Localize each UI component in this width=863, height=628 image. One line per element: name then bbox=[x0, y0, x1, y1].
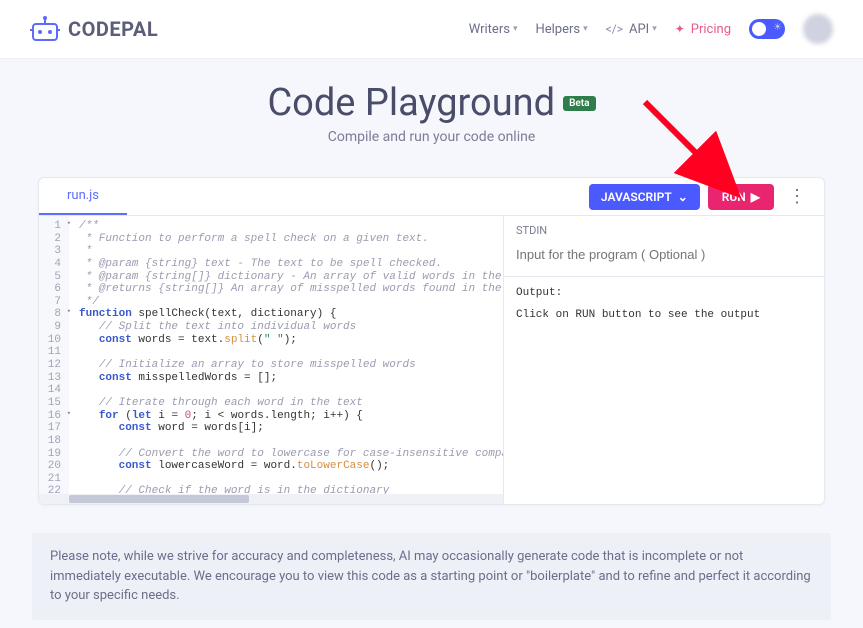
chevron-down-icon: ▾ bbox=[583, 24, 588, 34]
header: CODEPAL Writers▾ Helpers▾ </>API▾ ✦Prici… bbox=[0, 0, 863, 59]
horizontal-scrollbar[interactable] bbox=[39, 494, 503, 504]
playground-header: run.js JAVASCRIPT ⌄ RUN ▶ ⋮ bbox=[39, 178, 824, 216]
playground-actions: JAVASCRIPT ⌄ RUN ▶ ⋮ bbox=[589, 184, 812, 210]
playground: run.js JAVASCRIPT ⌄ RUN ▶ ⋮ 12345678910111… bbox=[38, 177, 825, 505]
hero: Code Playground Beta Compile and run your… bbox=[0, 59, 863, 159]
nav-pricing-label: Pricing bbox=[691, 22, 731, 37]
nav: Writers▾ Helpers▾ </>API▾ ✦Pricing ☀ bbox=[469, 14, 833, 44]
theme-toggle[interactable]: ☀ bbox=[749, 19, 785, 39]
nav-writers[interactable]: Writers▾ bbox=[469, 22, 518, 37]
stdin-section: STDIN bbox=[504, 216, 824, 277]
page-subtitle: Compile and run your code online bbox=[0, 129, 863, 145]
nav-pricing[interactable]: ✦ Pricing bbox=[675, 22, 731, 37]
more-button[interactable]: ⋮ bbox=[782, 186, 812, 207]
sparkle-icon: ✦ bbox=[675, 22, 685, 36]
playground-body: 1234567891011121314151617181920212223 /*… bbox=[39, 216, 824, 504]
language-label: JAVASCRIPT bbox=[601, 190, 672, 204]
title-text: Code Playground bbox=[267, 81, 555, 125]
chevron-down-icon: ⌄ bbox=[678, 190, 688, 204]
run-label: RUN bbox=[722, 190, 746, 204]
language-select[interactable]: JAVASCRIPT ⌄ bbox=[589, 184, 700, 210]
disclaimer-note: Please note, while we strive for accurac… bbox=[32, 533, 831, 620]
beta-badge: Beta bbox=[563, 96, 595, 111]
page-title: Code Playground Beta bbox=[267, 81, 595, 125]
code-editor[interactable]: 1234567891011121314151617181920212223 /*… bbox=[39, 216, 504, 504]
nav-api-label: API bbox=[629, 22, 649, 37]
run-button[interactable]: RUN ▶ bbox=[708, 184, 774, 210]
line-gutter: 1234567891011121314151617181920212223 bbox=[39, 216, 69, 504]
io-pane: STDIN Output: Click on RUN button to see… bbox=[504, 216, 824, 504]
output-text: Click on RUN button to see the output bbox=[516, 309, 812, 321]
file-tab[interactable]: run.js bbox=[39, 178, 127, 215]
chevron-down-icon: ▾ bbox=[513, 24, 518, 34]
nav-writers-label: Writers bbox=[469, 22, 510, 37]
sun-icon: ☀ bbox=[773, 22, 782, 33]
nav-helpers[interactable]: Helpers▾ bbox=[535, 22, 587, 37]
avatar[interactable] bbox=[803, 14, 833, 44]
stdin-input[interactable] bbox=[516, 241, 812, 268]
chevron-down-icon: ▾ bbox=[652, 24, 657, 34]
nav-helpers-label: Helpers bbox=[535, 22, 580, 37]
nav-api[interactable]: </> API▾ bbox=[606, 22, 657, 37]
output-label: Output: bbox=[516, 287, 812, 299]
logo[interactable]: CODEPAL bbox=[30, 16, 158, 42]
code-icon: </> bbox=[606, 22, 623, 36]
robot-icon bbox=[30, 16, 60, 42]
logo-text: CODEPAL bbox=[68, 17, 158, 41]
stdin-label: STDIN bbox=[516, 224, 812, 237]
output-section: Output: Click on RUN button to see the o… bbox=[504, 277, 824, 331]
code-content[interactable]: /** * Function to perform a spell check … bbox=[69, 216, 503, 504]
play-icon: ▶ bbox=[751, 190, 760, 204]
